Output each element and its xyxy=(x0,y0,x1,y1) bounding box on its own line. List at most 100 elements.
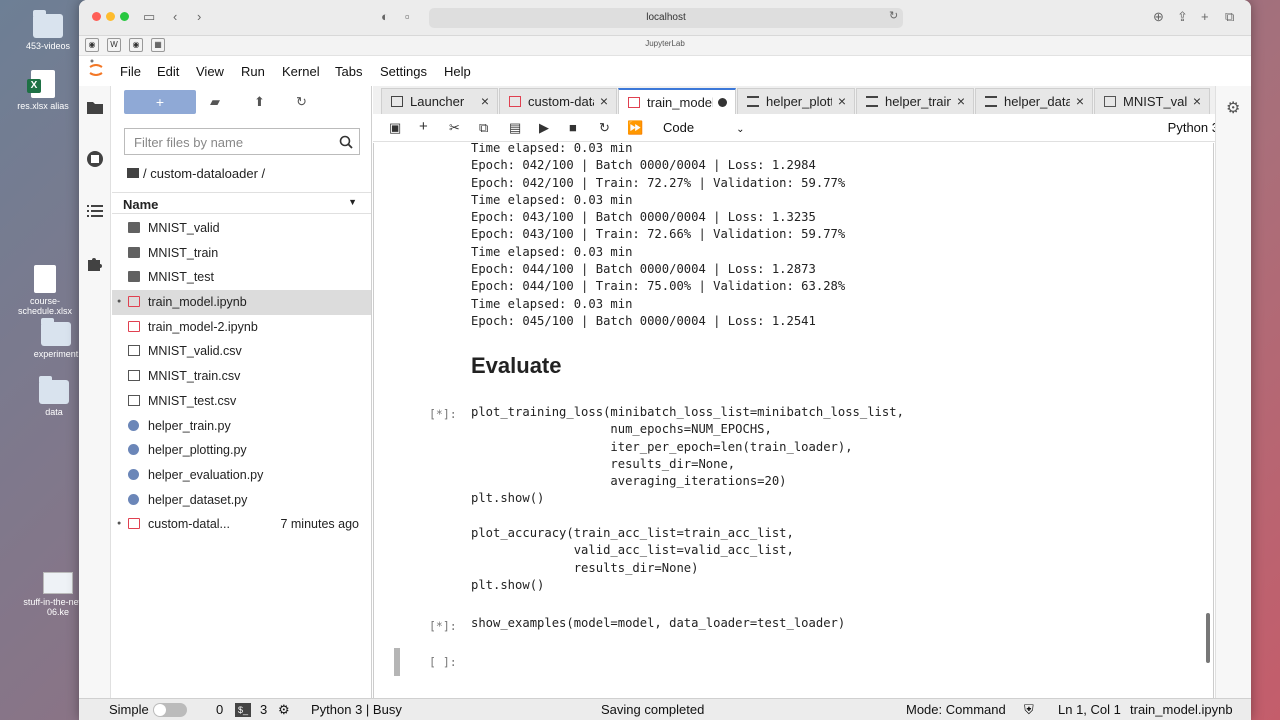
file-row[interactable]: helper_plotting.py xyxy=(112,438,371,463)
maximize-window-button[interactable] xyxy=(120,12,129,21)
file-row[interactable]: MNIST_valid xyxy=(112,216,371,241)
close-tab-icon[interactable]: × xyxy=(1076,93,1084,109)
tab-helper-plott[interactable]: helper_plott × xyxy=(737,88,855,114)
filter-placeholder: Filter files by name xyxy=(134,135,244,150)
python-file-icon xyxy=(866,96,878,107)
tab-label: MNIST_valid. xyxy=(1123,94,1187,109)
kernel-status[interactable]: Python 3 | Busy xyxy=(311,702,402,717)
cell-type-select[interactable]: Code ⌄ xyxy=(663,120,744,135)
file-name: MNIST_train.csv xyxy=(148,369,241,384)
fast-forward-icon[interactable]: ⏩ xyxy=(627,120,643,136)
trusted-icon[interactable]: ⛨ xyxy=(1024,702,1034,718)
code-cell-show-examples[interactable]: show_examples(model=model, data_loader=t… xyxy=(471,615,845,632)
output-line: Epoch: 042/100 | Batch 0000/0004 | Loss:… xyxy=(471,158,816,173)
file-row[interactable]: ● train_model.ipynb xyxy=(112,290,371,315)
upload-icon[interactable]: ⬆ xyxy=(254,94,265,110)
tab-mnist-valid[interactable]: MNIST_valid. × xyxy=(1094,88,1210,114)
file-row[interactable]: helper_evaluation.py xyxy=(112,463,371,488)
kernel-settings-icon[interactable]: ⚙ xyxy=(278,702,290,718)
cell-prompt: [ ]: xyxy=(429,655,457,669)
status-bar: Simple 0 $_ 3 ⚙ Python 3 | Busy Saving c… xyxy=(79,698,1251,720)
menu-help[interactable]: Help xyxy=(444,64,471,79)
menu-run[interactable]: Run xyxy=(241,64,265,79)
scrollbar[interactable] xyxy=(1206,613,1210,663)
file-list-header[interactable]: Name ▼ xyxy=(112,192,371,214)
run-icon[interactable]: ▶ xyxy=(539,120,549,136)
cut-icon[interactable]: ✂ xyxy=(449,120,460,136)
menu-settings[interactable]: Settings xyxy=(380,64,427,79)
new-tab-icon[interactable]: + xyxy=(1201,9,1209,24)
file-row[interactable]: train_model-2.ipynb xyxy=(112,315,371,340)
terminal-count[interactable]: 0 xyxy=(216,702,223,717)
close-tab-icon[interactable]: × xyxy=(957,93,965,109)
browser-titlebar: ▭ ‹ › ◐ ▫ localhost ↻ ⊕ ⇪ + ⧉ xyxy=(79,0,1251,36)
file-row[interactable]: MNIST_train.csv xyxy=(112,364,371,389)
desktop-folder-453-videos[interactable]: 453-videos xyxy=(8,10,88,51)
close-window-button[interactable] xyxy=(92,12,101,21)
python-file-icon xyxy=(128,419,139,431)
main-area: Launcher × custom-data × train_model helper_p… xyxy=(373,86,1251,698)
close-tab-icon[interactable]: × xyxy=(481,93,489,109)
kernel-count[interactable]: 3 xyxy=(260,702,267,717)
tab-custom-data[interactable]: custom-data × xyxy=(499,88,617,114)
close-tab-icon[interactable]: × xyxy=(600,93,608,109)
close-tab-icon[interactable]: × xyxy=(1193,93,1201,109)
unsaved-indicator-icon[interactable] xyxy=(718,98,727,107)
property-inspector-icon[interactable]: ⚙ xyxy=(1226,98,1240,118)
menu-view[interactable]: View xyxy=(196,64,224,79)
file-row[interactable]: helper_dataset.py xyxy=(112,488,371,513)
refresh-icon[interactable]: ↻ xyxy=(296,94,307,110)
code-cell-plot[interactable]: plot_training_loss(minibatch_loss_list=m… xyxy=(471,404,904,594)
forward-icon[interactable]: › xyxy=(197,9,201,24)
file-name: MNIST_test.csv xyxy=(148,393,237,408)
address-bar[interactable]: localhost xyxy=(429,8,903,28)
jupyter-logo-icon xyxy=(89,59,103,76)
tab-overview-icon[interactable]: ⧉ xyxy=(1225,9,1234,25)
file-browser-icon[interactable] xyxy=(86,98,104,116)
table-of-contents-icon[interactable] xyxy=(86,202,104,220)
tab-train-model[interactable]: train_model xyxy=(618,88,736,115)
new-launcher-button[interactable]: + xyxy=(124,90,196,114)
stop-icon[interactable]: ■ xyxy=(569,120,577,135)
tab-helper-train[interactable]: helper_train × xyxy=(856,88,974,114)
menu-file[interactable]: File xyxy=(120,64,141,79)
desktop-file-course-schedule[interactable]: course-schedule.xlsx xyxy=(5,265,85,316)
copy-icon[interactable]: ⧉ xyxy=(479,120,488,136)
running-kernels-icon[interactable] xyxy=(86,150,104,168)
menu-tabs[interactable]: Tabs xyxy=(335,64,362,79)
file-row[interactable]: helper_train.py xyxy=(112,414,371,439)
restart-icon[interactable]: ↻ xyxy=(599,120,610,136)
simple-mode-toggle[interactable] xyxy=(153,703,187,717)
page-menu-icon[interactable]: ▫ xyxy=(405,9,410,24)
output-line: Time elapsed: 0.03 min xyxy=(471,143,633,155)
file-row[interactable]: MNIST_test xyxy=(112,265,371,290)
menu-kernel[interactable]: Kernel xyxy=(282,64,320,79)
paste-icon[interactable]: ▤ xyxy=(509,120,521,136)
sidebar-toggle-icon[interactable]: ▭ xyxy=(143,9,155,25)
breadcrumb[interactable]: / custom-dataloader / xyxy=(127,166,265,181)
menu-edit[interactable]: Edit xyxy=(157,64,179,79)
download-icon[interactable]: ⊕ xyxy=(1153,9,1164,25)
notebook-icon xyxy=(509,96,521,107)
new-folder-icon[interactable]: ▰ xyxy=(210,94,220,110)
extension-manager-icon[interactable] xyxy=(86,254,104,272)
minimize-window-button[interactable] xyxy=(106,12,115,21)
file-row[interactable]: MNIST_train xyxy=(112,241,371,266)
kernel-name[interactable]: Python 3 xyxy=(1168,120,1219,135)
notebook-body[interactable]: Time elapsed: 0.03 min Epoch: 042/100 | B… xyxy=(373,143,1214,698)
close-tab-icon[interactable]: × xyxy=(838,93,846,109)
insert-cell-icon[interactable]: + xyxy=(419,118,428,135)
back-icon[interactable]: ‹ xyxy=(173,9,177,24)
share-icon[interactable]: ⇪ xyxy=(1177,9,1188,25)
tab-launcher[interactable]: Launcher × xyxy=(381,88,498,114)
desktop-file-res-xlsx[interactable]: res.xlsx alias xyxy=(3,70,83,111)
filter-files-input[interactable]: Filter files by name xyxy=(124,128,360,155)
file-row[interactable]: ● custom-datal... 7 minutes ago xyxy=(112,512,371,537)
file-row[interactable]: MNIST_test.csv xyxy=(112,389,371,414)
tab-helper-data[interactable]: helper_data × xyxy=(975,88,1093,114)
save-icon[interactable]: ▣ xyxy=(389,120,401,136)
file-row[interactable]: MNIST_valid.csv xyxy=(112,339,371,364)
cursor-position[interactable]: Ln 1, Col 1 xyxy=(1058,702,1121,717)
privacy-icon[interactable]: ◐ xyxy=(381,9,389,24)
reload-icon[interactable]: ↻ xyxy=(889,9,898,22)
